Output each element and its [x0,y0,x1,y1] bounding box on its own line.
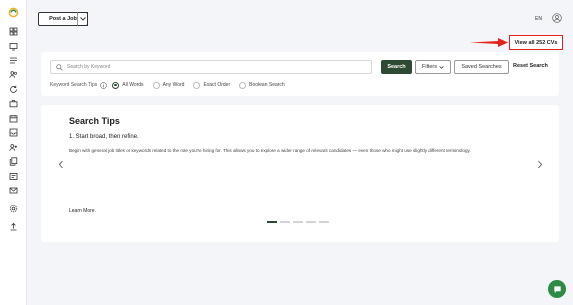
sidebar-item-add-user[interactable] [9,143,18,152]
briefcase-icon [9,100,18,108]
calendar-icon [9,115,18,123]
copy-icon [9,157,18,166]
main-content: Post a Job EN View all 252 CVs Search by… [28,0,573,305]
radio-all-words[interactable] [112,81,120,89]
info-icon[interactable] [100,81,107,89]
sidebar-item-id-card[interactable] [9,172,18,181]
sidebar-item-briefcase[interactable] [9,99,18,108]
user-account-icon[interactable] [552,13,562,23]
tip-body: Begin with general job titles or keyword… [69,148,471,153]
brand-logo-icon[interactable] [8,7,19,18]
search-button[interactable]: Search [381,60,412,74]
sidebar-item-dashboard[interactable] [9,27,18,36]
language-selector[interactable]: EN [535,16,542,22]
sidebar-item-monitor[interactable] [9,42,18,51]
sidebar-item-settings[interactable] [9,204,18,213]
sidebar-item-refresh[interactable] [9,85,18,94]
radio-any-word[interactable] [152,81,160,89]
id-card-icon [9,173,18,180]
search-tips-carousel: Search Tips 1. Start broad, then refine.… [41,105,559,242]
keyword-tips-label: Keyword Search Tips [50,82,98,88]
post-job-dropdown-button[interactable] [77,12,88,26]
filters-label: Filters [422,64,437,70]
carousel-dot[interactable] [280,221,290,223]
tip-heading: 1. Start broad, then refine. [69,134,139,140]
search-panel: Search by Keyword Search Filters Saved S… [41,52,559,96]
radio-label-exact-order: Exact Order [203,82,231,88]
reset-search-button[interactable]: Reset Search [513,63,548,69]
radio-boolean-search[interactable] [239,81,247,89]
sidebar-item-list[interactable] [9,56,18,65]
chat-icon [553,285,561,293]
sidebar-item-upload[interactable] [9,222,18,231]
inbox-icon [9,128,18,137]
carousel-dot[interactable] [267,221,277,223]
view-all-cvs-button[interactable]: View all 252 CVs [509,35,563,50]
filters-button[interactable]: Filters [415,60,451,74]
monitor-icon [9,43,18,51]
upload-icon [10,222,17,231]
search-placeholder: Search by Keyword [67,64,111,70]
red-arrow-annotation [470,38,508,47]
carousel-dot[interactable] [306,221,316,223]
search-mode-row: Keyword Search Tips All Words Any Word E… [50,80,294,90]
learn-more-link[interactable]: Learn More. [69,208,96,214]
search-icon [56,64,63,71]
carousel-dot[interactable] [293,221,303,223]
refresh-icon [10,85,17,93]
radio-exact-order[interactable] [193,81,201,89]
search-input[interactable]: Search by Keyword [50,60,372,74]
tips-title: Search Tips [69,116,120,126]
chevron-right-icon[interactable] [537,160,543,169]
list-icon [10,57,17,64]
users-icon [9,71,17,78]
carousel-dot[interactable] [319,221,329,223]
chat-button[interactable] [548,280,566,298]
radio-label-boolean-search: Boolean Search [249,82,285,88]
chevron-down-icon [79,17,86,21]
sidebar-item-copy[interactable] [9,157,18,166]
radio-label-any-word: Any Word [162,82,185,88]
sidebar-item-users[interactable] [9,70,18,79]
chevron-down-icon [439,65,444,69]
sidebar-item-inbox[interactable] [9,128,18,137]
dashboard-icon [9,27,18,36]
radio-label-all-words: All Words [122,82,144,88]
chevron-left-icon[interactable] [58,160,64,169]
mail-icon [9,187,18,194]
add-user-icon [9,144,17,151]
sidebar-item-mail[interactable] [9,186,18,195]
sidebar [0,0,27,305]
settings-icon [9,204,18,213]
sidebar-item-calendar[interactable] [9,114,18,123]
carousel-pagination [267,221,329,223]
saved-searches-button[interactable]: Saved Searches [454,60,509,74]
